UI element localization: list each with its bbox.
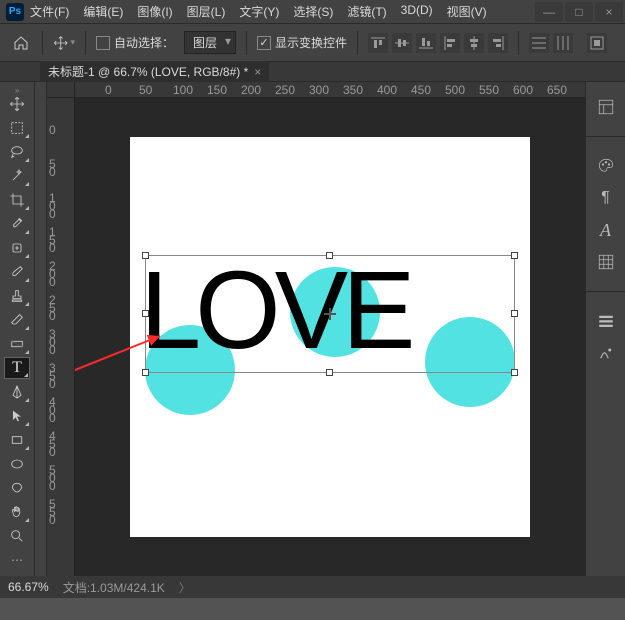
move-icon[interactable]: ▾ [53, 32, 75, 54]
toolbox-collapse-icon[interactable]: » [15, 86, 19, 92]
menu-select[interactable]: 选择(S) [293, 3, 333, 20]
menu-type[interactable]: 文字(Y) [239, 3, 279, 20]
zoom-tool[interactable] [4, 525, 30, 547]
doc-tab[interactable]: 未标题-1 @ 66.7% (LOVE, RGB/8#) * × [40, 61, 269, 82]
transform-center-icon[interactable] [324, 308, 336, 320]
transform-handle[interactable] [511, 369, 518, 376]
brush-tool[interactable] [4, 261, 30, 283]
healing-tool[interactable] [4, 237, 30, 259]
stamp-tool[interactable] [4, 285, 30, 307]
ellipse-tool[interactable] [4, 453, 30, 475]
menu-file[interactable]: 文件(F) [30, 3, 69, 20]
divider [246, 31, 247, 55]
transform-handle[interactable] [326, 369, 333, 376]
menu-3d[interactable]: 3D(D) [401, 3, 433, 20]
workspace: 050100150200250300350400450500550600650 … [47, 82, 585, 576]
tab-title: 未标题-1 @ 66.7% (LOVE, RGB/8#) * [48, 63, 248, 80]
character-panel-icon[interactable]: ¶ [595, 187, 617, 209]
status-bar: 66.67% 文档:1.03M/424.1K 〉 [0, 576, 625, 598]
toolbox: » T ⋯ [0, 82, 35, 576]
auto-select-label: 自动选择： [114, 34, 174, 51]
divider [85, 31, 86, 55]
glyph-panel-icon[interactable]: A [595, 219, 617, 241]
window-controls: — □ × [535, 2, 623, 22]
app-logo: Ps [6, 3, 24, 21]
menu-bar: 文件(F) 编辑(E) 图像(I) 图层(L) 文字(Y) 选择(S) 滤镜(T… [30, 3, 535, 20]
gradient-tool[interactable] [4, 333, 30, 355]
divider [42, 31, 43, 55]
menu-layer[interactable]: 图层(L) [187, 3, 226, 20]
right-panels: ¶ A [585, 82, 625, 576]
minimize-button[interactable]: — [535, 2, 563, 22]
type-tool[interactable]: T [4, 357, 30, 379]
ruler-vertical: 05 01 0 01 5 02 0 02 5 03 0 03 5 04 0 04… [47, 98, 75, 576]
marquee-tool[interactable] [4, 117, 30, 139]
swatches-panel-icon[interactable] [595, 251, 617, 273]
align-top-icon[interactable] [368, 33, 388, 53]
eyedropper-tool[interactable] [4, 213, 30, 235]
doc-size[interactable]: 文档:1.03M/424.1K [63, 579, 165, 596]
properties-panel-icon[interactable] [595, 96, 617, 118]
align-hcenter-icon[interactable] [464, 33, 484, 53]
magic-wand-tool[interactable] [4, 165, 30, 187]
menu-view[interactable]: 视图(V) [447, 3, 487, 20]
auto-select-checkbox[interactable]: 自动选择： [96, 34, 174, 51]
show-transform-label: 显示变换控件 [275, 34, 347, 51]
align-right-icon[interactable] [488, 33, 508, 53]
main-area: » T ⋯ 0501001502002503003504004505005506… [0, 82, 625, 576]
align-vcenter-icon[interactable] [392, 33, 412, 53]
align-left-icon[interactable] [440, 33, 460, 53]
transform-handle[interactable] [511, 252, 518, 259]
hand-tool[interactable] [4, 501, 30, 523]
canvas-area[interactable]: LOVE [75, 98, 585, 576]
canvas[interactable]: LOVE [130, 137, 530, 537]
pen-tool[interactable] [4, 381, 30, 403]
distribute-icon[interactable] [529, 33, 549, 53]
edit-toolbar[interactable]: ⋯ [4, 549, 30, 571]
eraser-tool[interactable] [4, 309, 30, 331]
auto-select-target-dropdown[interactable]: 图层 [184, 31, 236, 54]
3d-mode-icon[interactable] [587, 33, 607, 53]
transform-handle[interactable] [142, 310, 149, 317]
tab-close-icon[interactable]: × [254, 65, 261, 79]
tab-strip: 未标题-1 @ 66.7% (LOVE, RGB/8#) * × [0, 62, 625, 82]
close-button[interactable]: × [595, 2, 623, 22]
transform-handle[interactable] [142, 252, 149, 259]
divider [518, 31, 519, 55]
transform-handle[interactable] [326, 252, 333, 259]
crop-tool[interactable] [4, 189, 30, 211]
transform-handle[interactable] [511, 310, 518, 317]
menu-edit[interactable]: 编辑(E) [83, 3, 123, 20]
ruler-corner [47, 82, 75, 98]
show-transform-checkbox[interactable]: 显示变换控件 [257, 34, 347, 51]
transform-handle[interactable] [142, 369, 149, 376]
align-bottom-icon[interactable] [416, 33, 436, 53]
rectangle-tool[interactable] [4, 429, 30, 451]
styles-panel-icon[interactable] [595, 342, 617, 364]
maximize-button[interactable]: □ [565, 2, 593, 22]
zoom-value[interactable]: 66.67% [8, 580, 49, 594]
menu-filter[interactable]: 滤镜(T) [347, 3, 386, 20]
ruler-horizontal: 050100150200250300350400450500550600650 [75, 82, 585, 98]
lasso-tool[interactable] [4, 141, 30, 163]
path-select-tool[interactable] [4, 405, 30, 427]
title-bar: Ps 文件(F) 编辑(E) 图像(I) 图层(L) 文字(Y) 选择(S) 滤… [0, 0, 625, 24]
adjustments-panel-icon[interactable] [595, 310, 617, 332]
color-panel-icon[interactable] [595, 155, 617, 177]
options-bar: ▾ 自动选择： 图层 显示变换控件 [0, 24, 625, 62]
menu-image[interactable]: 图像(I) [137, 3, 172, 20]
home-icon[interactable] [10, 32, 32, 54]
move-tool[interactable] [4, 93, 30, 115]
transform-bounding-box[interactable] [145, 255, 515, 373]
divider [357, 31, 358, 55]
collapse-strip[interactable] [35, 82, 47, 576]
distribute2-icon[interactable] [553, 33, 573, 53]
custom-shape-tool[interactable] [4, 477, 30, 499]
status-chevron-icon[interactable]: 〉 [179, 579, 191, 596]
